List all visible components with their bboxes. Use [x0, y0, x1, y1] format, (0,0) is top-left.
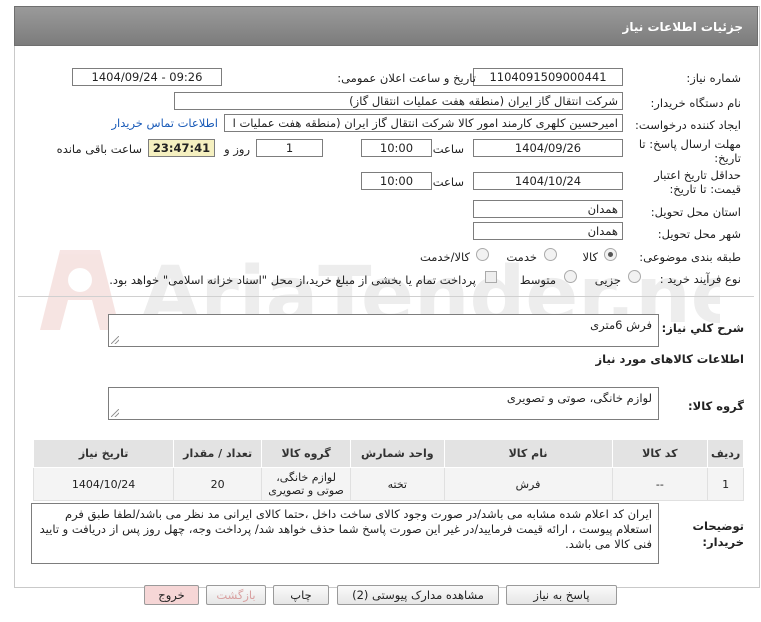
- items-table: ردیف کد کالا نام کالا واحد شمارش گروه کا…: [32, 439, 744, 501]
- reply-time-label: ساعت: [432, 142, 464, 156]
- validity-time-field: 10:00: [361, 172, 432, 190]
- col-quantity: تعداد / مقدار: [173, 439, 263, 468]
- remaining-label: ساعت باقی مانده: [56, 142, 142, 156]
- exit-button[interactable]: خروج: [144, 585, 199, 605]
- divider: [18, 296, 754, 297]
- col-need-date: تاریخ نیاز: [32, 439, 175, 468]
- goods-group-text: لوازم خانگی، صوتی و تصویری: [506, 391, 652, 405]
- category-radio-goods[interactable]: [604, 248, 617, 261]
- buyer-org-field: شرکت انتقال گاز ایران (منطقه هفت عملیات …: [174, 92, 623, 110]
- process-radio-medium[interactable]: [564, 270, 577, 283]
- category-radio-service[interactable]: [544, 248, 557, 261]
- days-field: 1: [256, 139, 323, 157]
- days-label: روز و: [224, 142, 250, 156]
- col-row-number: ردیف: [707, 439, 744, 468]
- back-button[interactable]: بازگشت: [206, 585, 266, 605]
- validity-time-label: ساعت: [432, 175, 464, 189]
- col-item-code: کد کالا: [611, 439, 709, 468]
- reply-deadline-label-2: تاریخ:: [714, 151, 741, 165]
- cell-item-name: فرش: [443, 467, 613, 501]
- goods-group-field: لوازم خانگی، صوتی و تصویری: [108, 387, 659, 420]
- goods-group-label: گروه کالا:: [688, 399, 744, 413]
- reply-button[interactable]: پاسخ به نیاز: [506, 585, 617, 605]
- need-number-field: 1104091509000441: [473, 68, 623, 86]
- cell-item-code: --: [611, 467, 709, 501]
- buyer-notes-text: ایران کد اعلام شده مشابه می باشد/در صورت…: [39, 507, 652, 551]
- cell-quantity: 20: [173, 467, 263, 501]
- province-field: همدان: [473, 200, 623, 218]
- process-label: نوع فرآیند خرید :: [659, 272, 741, 286]
- announce-label: تاریخ و ساعت اعلان عمومی:: [337, 71, 476, 85]
- buyer-org-label: نام دستگاه خریدار:: [650, 96, 741, 110]
- remaining-time-field: 23:47:41: [148, 139, 215, 157]
- category-label: طبقه بندی موضوعی:: [639, 250, 741, 264]
- view-attachments-button[interactable]: مشاهده مدارک پیوستی (2): [337, 585, 499, 605]
- print-button[interactable]: چاپ: [273, 585, 329, 605]
- announce-field: 1404/09/24 - 09:26: [72, 68, 222, 86]
- need-number-label: شماره نیاز:: [686, 71, 741, 85]
- category-radio-goods-service[interactable]: [476, 248, 489, 261]
- col-group: گروه کالا: [261, 439, 352, 468]
- treasury-payment-checkbox[interactable]: [485, 271, 497, 283]
- cell-row-number: 1: [707, 467, 744, 501]
- process-radio-minor[interactable]: [628, 270, 641, 283]
- creator-field: امیرحسین کلهری کارمند امور کالا شرکت انت…: [224, 114, 623, 132]
- category-option-service: خدمت: [506, 250, 537, 264]
- summary-text: فرش 6متری: [590, 318, 652, 332]
- summary-field: فرش 6متری: [108, 314, 659, 347]
- buyer-notes-label: توضیحات: [692, 519, 745, 533]
- category-option-goods-service: کالا/خدمت: [419, 250, 470, 264]
- creator-label: ایجاد کننده درخواست:: [635, 118, 741, 132]
- page-title: جزئیات اطلاعات نیاز: [14, 6, 758, 46]
- city-label: شهر محل تحویل:: [657, 227, 741, 241]
- cell-unit: تخته: [350, 467, 445, 501]
- contact-buyer-link[interactable]: اطلاعات تماس خریدار: [111, 116, 218, 130]
- buyer-notes-label-2: خریدار:: [702, 535, 744, 549]
- resize-grip-icon[interactable]: [111, 409, 119, 417]
- cell-group: لوازم خانگی، صوتی و تصویری: [261, 467, 352, 501]
- resize-grip-icon[interactable]: [111, 336, 119, 344]
- reply-deadline-label: مهلت ارسال پاسخ: تا: [638, 137, 741, 151]
- reply-date-field: 1404/09/26: [473, 139, 623, 157]
- validity-label-2: قیمت: تا تاریخ:: [669, 182, 741, 196]
- validity-date-field: 1404/10/24: [473, 172, 623, 190]
- table-row: 1 -- فرش تخته لوازم خانگی، صوتی و تصویری…: [32, 467, 744, 501]
- validity-label: حداقل تاریخ اعتبار: [654, 168, 741, 182]
- category-option-goods: کالا: [582, 250, 598, 264]
- buyer-notes-field: ایران کد اعلام شده مشابه می باشد/در صورت…: [31, 503, 659, 564]
- col-item-name: نام کالا: [443, 439, 613, 468]
- goods-info-title: اطلاعات کالاهای مورد نیاز: [595, 352, 744, 366]
- summary-label: شرح کلي نياز:: [661, 321, 744, 335]
- process-option-medium: متوسط: [519, 273, 556, 287]
- treasury-payment-note: پرداخت تمام یا بخشی از مبلغ خرید،از محل …: [109, 273, 476, 287]
- col-unit: واحد شمارش: [350, 439, 445, 468]
- cell-need-date: 1404/10/24: [32, 467, 175, 501]
- city-field: همدان: [473, 222, 623, 240]
- reply-time-field: 10:00: [361, 139, 432, 157]
- province-label: استان محل تحویل:: [650, 205, 741, 219]
- table-header-row: ردیف کد کالا نام کالا واحد شمارش گروه کا…: [32, 439, 744, 468]
- process-option-minor: جزیی: [594, 273, 621, 287]
